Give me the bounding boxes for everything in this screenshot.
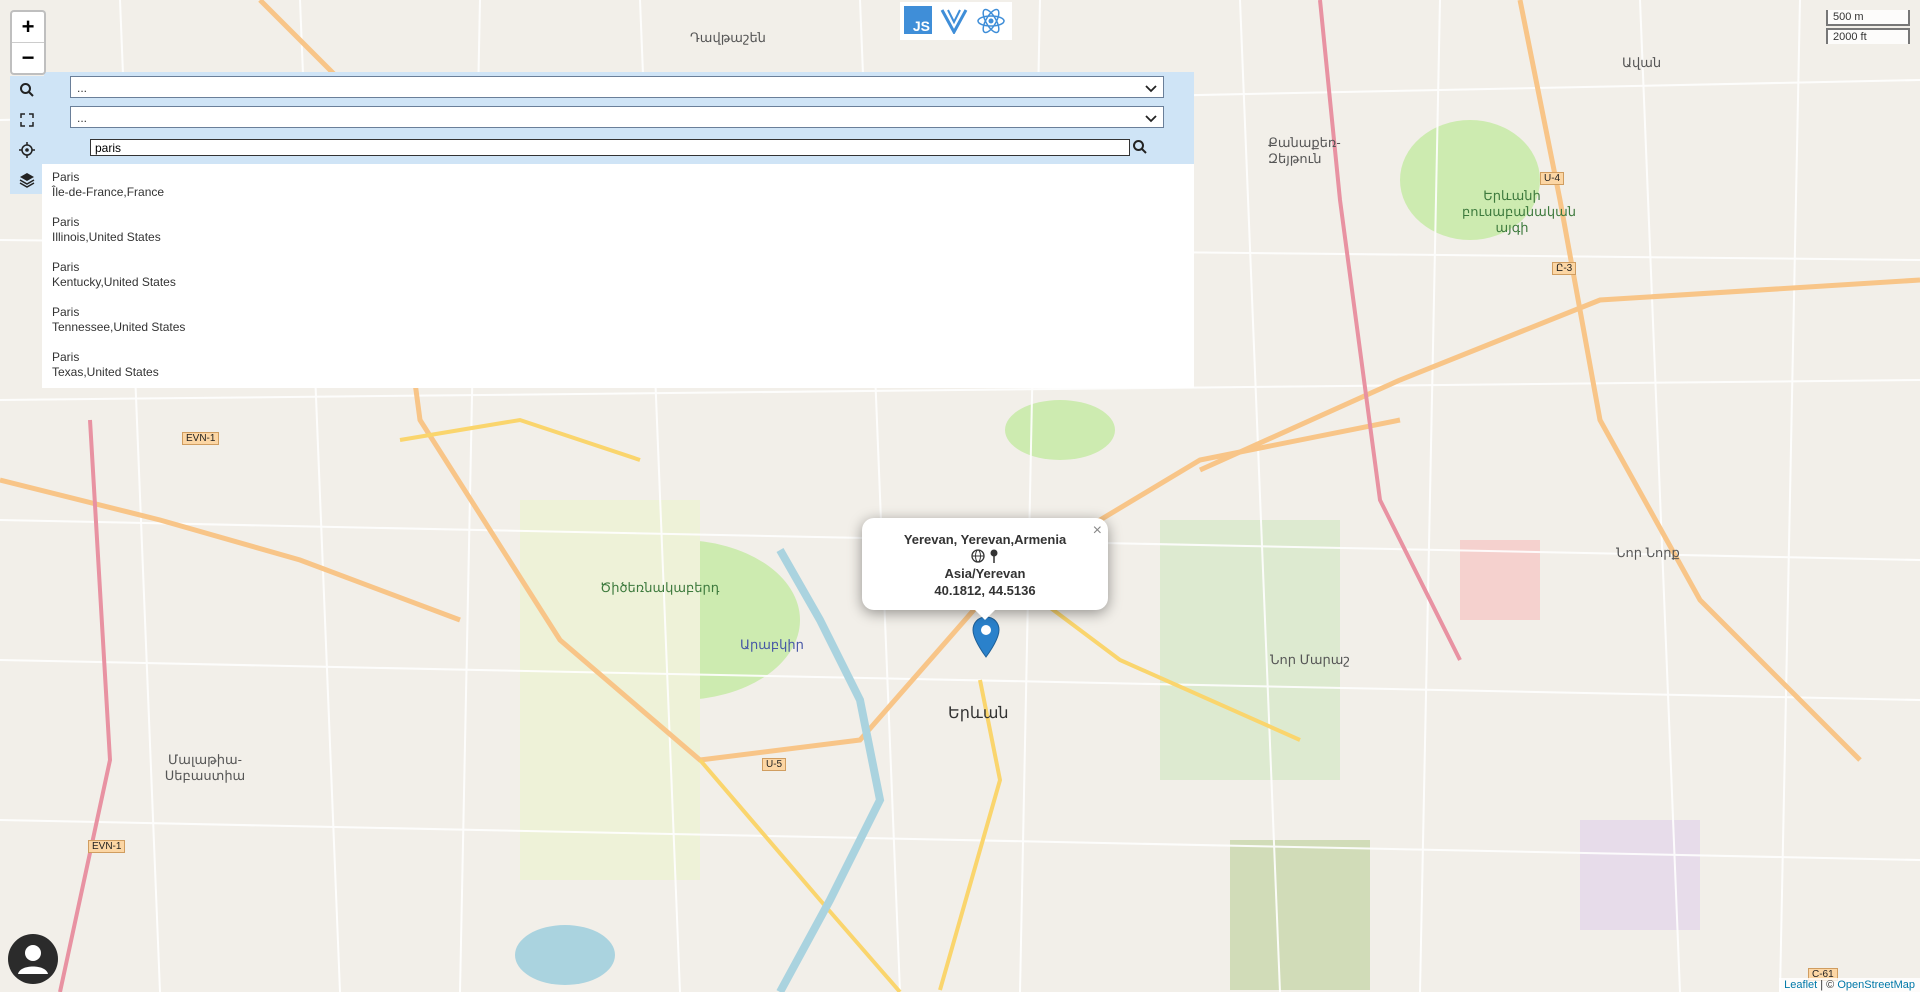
result-name: Paris — [52, 170, 80, 184]
map-label-nor-marash: Նոր Մարաշ — [1270, 652, 1350, 667]
user-icon — [18, 945, 48, 974]
search-result-item[interactable]: Paris Île-de-France,France — [52, 170, 164, 200]
region-select[interactable]: ... — [70, 106, 1164, 128]
popup-tip — [975, 610, 995, 620]
result-name: Paris — [52, 260, 80, 274]
result-region: Île-de-France,France — [52, 185, 165, 199]
map-label-arabkir: Արաբկիր — [740, 637, 804, 652]
result-region: Tennessee,United States — [52, 320, 186, 334]
road-shield-c3: Ը-3 — [1552, 262, 1577, 275]
place-search-input[interactable] — [90, 139, 1130, 156]
road-shield-u5: U-5 — [762, 758, 787, 771]
popup-icons — [862, 549, 1108, 563]
result-region: Illinois,United States — [52, 230, 161, 244]
search-icon[interactable] — [19, 82, 35, 98]
scale-metric: 500 m — [1826, 10, 1910, 26]
osm-link[interactable]: OpenStreetMap — [1837, 979, 1915, 991]
chevron-down-icon — [1145, 85, 1157, 93]
pin-icon — [990, 549, 998, 563]
map-label-tsitsernakaberd: Ծիծեռնակաբերդ — [600, 580, 720, 595]
result-region: Kentucky,United States — [52, 275, 176, 289]
map-label-davtashen: Դավթաշեն — [690, 30, 766, 45]
road-shield-evn1: EVN-1 — [182, 432, 220, 445]
map-label-botanic: Երևանի բուսաբանական այգի — [1462, 188, 1576, 235]
result-name: Paris — [52, 350, 80, 364]
side-toolbar — [10, 76, 44, 194]
locate-icon[interactable] — [19, 142, 35, 158]
leaflet-link[interactable]: Leaflet — [1784, 979, 1817, 991]
map-label-kanaker: Քանաքեռ-Զեյթուն — [1268, 135, 1341, 166]
attribution-separator: | © — [1817, 979, 1838, 991]
location-marker-icon[interactable] — [972, 616, 1000, 658]
globe-icon — [971, 549, 985, 563]
vite-logo-icon — [940, 9, 968, 34]
result-name: Paris — [52, 215, 80, 229]
result-region: Texas,United States — [52, 365, 159, 379]
map-label-nor-nork: Նոր Նորք — [1616, 545, 1680, 560]
react-logo-icon — [977, 8, 1005, 34]
search-result-item[interactable]: Paris Texas,United States — [52, 350, 159, 380]
user-avatar-button[interactable] — [8, 934, 58, 984]
zoom-out-button[interactable]: − — [12, 42, 44, 73]
map-scale: 500 m 2000 ft — [1826, 10, 1910, 44]
region-select-value: ... — [77, 111, 88, 125]
fullscreen-icon[interactable] — [19, 112, 35, 128]
js-logo: JS — [904, 6, 932, 34]
map-label-malatia: Մալաթիա-Սեբաստիա — [164, 752, 246, 783]
road-shield-evn1: EVN-1 — [88, 840, 126, 853]
scale-imperial: 2000 ft — [1826, 28, 1910, 44]
search-results-list: Paris Île-de-France,France Paris Illinoi… — [42, 164, 1194, 388]
search-result-item[interactable]: Paris Kentucky,United States — [52, 260, 176, 290]
country-select[interactable]: ... — [70, 76, 1164, 98]
popup-coords: 40.1812, 44.5136 — [934, 583, 1036, 598]
layers-icon[interactable] — [19, 172, 35, 188]
road-shield-u4: U-4 — [1540, 172, 1565, 185]
result-name: Paris — [52, 305, 80, 319]
map-label-avan: Ավան — [1622, 55, 1662, 70]
zoom-in-button[interactable]: + — [12, 12, 44, 42]
search-result-item[interactable]: Paris Illinois,United States — [52, 215, 161, 245]
search-submit-icon[interactable] — [1132, 139, 1148, 155]
chevron-down-icon — [1145, 115, 1157, 123]
location-popup: × Yerevan, Yerevan,Armenia Asia/Yerevan … — [862, 518, 1108, 620]
tech-logos: JS — [900, 2, 1012, 40]
map-attribution: Leaflet | © OpenStreetMap — [1779, 978, 1920, 992]
popup-timezone: Asia/Yerevan — [944, 566, 1026, 581]
map-label-yerevan: Երևան — [948, 705, 1009, 722]
country-select-value: ... — [77, 81, 88, 95]
popup-title: Yerevan, Yerevan,Armenia — [903, 532, 1067, 547]
search-result-item[interactable]: Paris Tennessee,United States — [52, 305, 185, 335]
zoom-control: + − — [10, 10, 46, 75]
